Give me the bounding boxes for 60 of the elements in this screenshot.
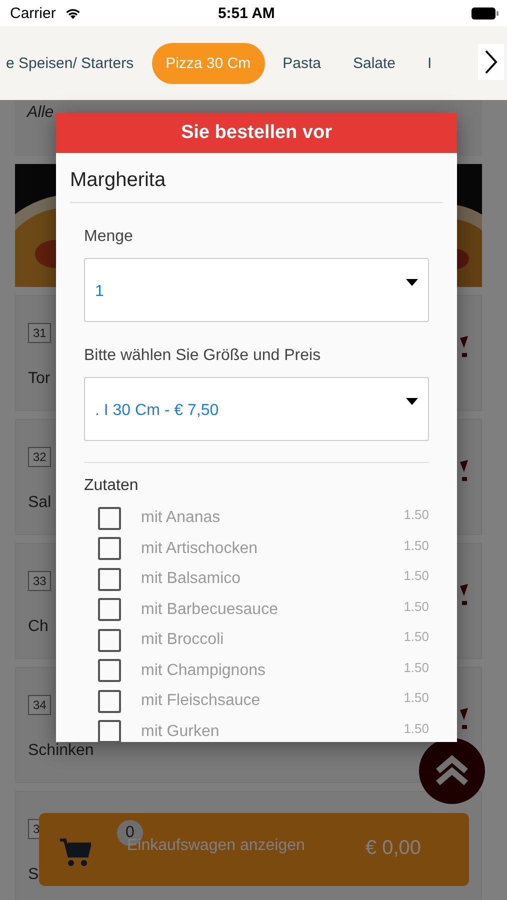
extra-price: 1.50 bbox=[404, 568, 429, 583]
extra-price: 1.50 bbox=[404, 598, 429, 614]
wifi-icon bbox=[64, 6, 82, 20]
extra-name: mit Broccoli bbox=[141, 631, 225, 650]
chevron-right-icon bbox=[484, 49, 498, 75]
extra-name: mit Fleischsauce bbox=[141, 692, 262, 710]
mark-icon bbox=[459, 708, 469, 730]
extras-label: Zutaten bbox=[84, 477, 138, 495]
extra-checkbox[interactable] bbox=[98, 690, 121, 713]
item-number: 31 bbox=[28, 323, 52, 343]
battery-icon bbox=[471, 6, 499, 20]
extra-name: mit Artischocken bbox=[141, 540, 258, 558]
quantity-dropdown[interactable]: 1 bbox=[84, 258, 429, 322]
item-name: Tor bbox=[28, 370, 50, 388]
extra-price: 1.50 bbox=[404, 507, 429, 522]
next-arrow-button[interactable] bbox=[478, 44, 504, 80]
carrier-name: Carrier bbox=[10, 4, 56, 22]
item-name: Ch bbox=[28, 618, 48, 636]
item-number: 33 bbox=[28, 571, 52, 591]
extra-checkbox[interactable] bbox=[98, 506, 121, 530]
extra-price: 1.50 bbox=[404, 690, 429, 705]
caret-icon bbox=[406, 398, 418, 405]
extra-name: mit Barbecuesauce bbox=[141, 600, 279, 619]
category-tab[interactable]: e Speisen/ Starters bbox=[0, 42, 148, 84]
item-name: Schinken bbox=[28, 742, 94, 760]
size-dropdown[interactable]: . I 30 Cm - € 7,50 bbox=[84, 377, 429, 441]
extra-checkbox[interactable] bbox=[98, 568, 121, 591]
cart-total: € 0,00 bbox=[365, 837, 421, 860]
category-tab[interactable]: Pasta bbox=[268, 42, 335, 84]
extra-name: mit Champignons bbox=[141, 662, 266, 680]
cart-icon bbox=[59, 836, 91, 868]
item-number: 32 bbox=[28, 447, 52, 467]
mark-icon bbox=[459, 584, 469, 606]
extra-price: 1.50 bbox=[404, 629, 429, 644]
cart-label: Einkaufswagen anzeigen bbox=[127, 837, 305, 855]
extra-name: mit Ananas bbox=[141, 509, 222, 528]
extra-checkbox[interactable] bbox=[98, 720, 121, 742]
extra-checkbox[interactable] bbox=[98, 628, 121, 652]
size-label: Bitte wählen Sie Größe und Preis bbox=[84, 347, 321, 365]
dialog-title: Sie bestellen vor bbox=[56, 113, 457, 153]
mark-icon bbox=[459, 460, 469, 482]
extra-name: mit Balsamico bbox=[141, 570, 242, 588]
note-text: Alle bbox=[27, 104, 54, 121]
caret-icon bbox=[406, 279, 418, 286]
item-name: Sal bbox=[28, 494, 52, 512]
extra-name: mit Gurken bbox=[141, 722, 220, 741]
extra-checkbox[interactable] bbox=[98, 598, 121, 622]
item-name: S bbox=[28, 866, 39, 884]
product-name: Margherita bbox=[70, 153, 443, 203]
quantity-label: Menge bbox=[84, 228, 133, 246]
status-time: 5:51 AM bbox=[216, 4, 276, 22]
extra-price: 1.50 bbox=[404, 538, 429, 552]
extra-checkbox[interactable] bbox=[98, 659, 121, 682]
category-tab[interactable]: Salate bbox=[338, 42, 410, 84]
item-number: 34 bbox=[28, 695, 52, 715]
category-tab[interactable]: I bbox=[414, 42, 446, 84]
extra-price: 1.50 bbox=[404, 720, 429, 736]
extra-checkbox[interactable] bbox=[98, 537, 121, 560]
extra-price: 1.50 bbox=[404, 660, 429, 674]
mark-icon bbox=[459, 336, 469, 358]
